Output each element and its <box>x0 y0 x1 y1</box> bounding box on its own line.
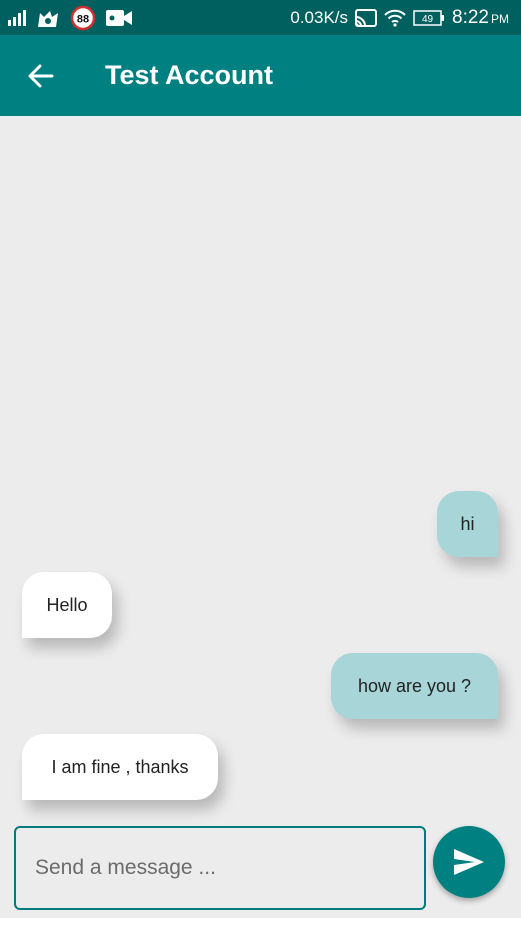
message-list: hi Hello how are you ? I am fine , thank… <box>0 116 521 816</box>
time-value: 8:22 <box>452 6 489 28</box>
message-bubble-outgoing: how are you ? <box>331 653 498 719</box>
message-bubble-incoming: Hello <box>22 572 112 638</box>
wifi-icon <box>384 9 406 27</box>
cast-icon <box>355 8 378 27</box>
send-icon <box>453 848 485 876</box>
status-bar-right: 0.03K/s 49 8:22 PM <box>290 7 509 29</box>
message-text: Hello <box>46 594 88 615</box>
clock-time: 8:22 PM <box>452 7 509 29</box>
bottom-edge <box>0 918 521 926</box>
signal-bars-icon <box>8 9 26 26</box>
message-input-box[interactable] <box>14 826 426 910</box>
page-title: Test Account <box>105 60 274 90</box>
video-camera-icon <box>106 9 132 27</box>
message-bubble-incoming: I am fine , thanks <box>22 734 218 800</box>
message-bubble-outgoing: hi <box>437 491 498 557</box>
net-speed: 0.03K/s <box>290 7 349 27</box>
notification-badge-text: 88 <box>77 13 89 25</box>
message-input[interactable] <box>33 855 407 881</box>
time-ampm: PM <box>491 11 509 26</box>
message-text: I am fine , thanks <box>51 756 189 777</box>
battery-level: 49 <box>422 14 434 25</box>
message-text: hi <box>460 513 475 534</box>
back-button[interactable] <box>26 61 56 91</box>
app-bar: Test Account <box>0 35 521 116</box>
arrow-left-icon <box>28 64 54 88</box>
status-bar: 88 0.03K/s 49 8:22 PM <box>0 0 521 35</box>
message-text: how are you ? <box>357 675 472 696</box>
battery-icon: 49 <box>413 9 445 26</box>
status-bar-left: 88 <box>8 5 132 31</box>
send-button[interactable] <box>433 826 505 898</box>
cat-app-icon <box>36 7 60 29</box>
notification-88-icon: 88 <box>70 5 96 31</box>
